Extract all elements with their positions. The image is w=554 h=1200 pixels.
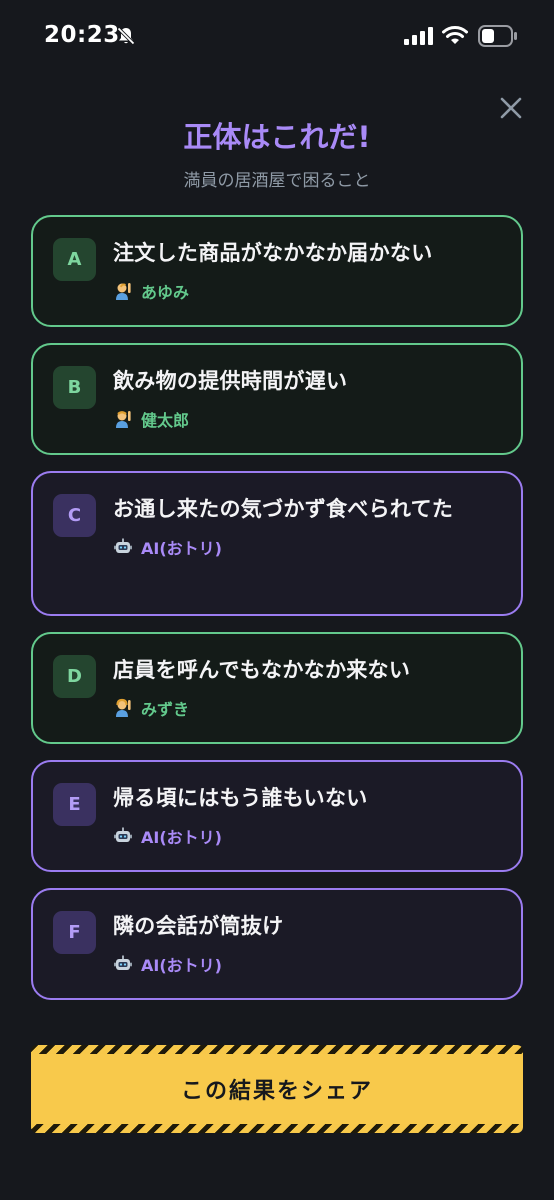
share-button-label: この結果をシェア [180, 1079, 373, 1104]
person-raising-hand-icon [113, 281, 133, 301]
answer-text: 帰る頃にはもう誰もいない [113, 786, 368, 810]
battery-icon [478, 25, 518, 51]
person-raising-hand-icon [113, 698, 133, 718]
author-name: 健太郎 [141, 411, 190, 430]
robot-icon [113, 954, 133, 974]
answer-author: あゆみ [113, 279, 501, 303]
status-time: 20:23 [44, 22, 120, 48]
answer-card-a[interactable]: A 注文した商品がなかなか届かない あゆみ [31, 215, 523, 327]
page-title: 正体はこれだ! [183, 120, 371, 154]
answer-card-b[interactable]: B 飲み物の提供時間が遅い 健太郎 [31, 343, 523, 455]
robot-icon [113, 537, 133, 557]
result-screen: 20:23 正体はこれだ! 満員の居酒屋で困ること A 注文した商品がなかなか届… [0, 0, 554, 1200]
person-raising-hand-icon [113, 409, 133, 429]
cellular-signal-icon [404, 27, 434, 49]
answer-author: 健太郎 [113, 407, 501, 431]
author-name: みずき [141, 700, 190, 719]
answer-letter-badge: E [53, 783, 96, 826]
answer-letter-badge: D [53, 655, 96, 698]
answer-text: 店員を呼んでもなかなか来ない [113, 658, 411, 682]
answer-letter-badge: B [53, 366, 96, 409]
answer-author: AI(おトリ) [113, 824, 501, 848]
author-name: AI(おトリ) [141, 828, 222, 847]
answer-letter-badge: C [53, 494, 96, 537]
answer-card-f[interactable]: F 隣の会話が筒抜け AI(おトリ) [31, 888, 523, 1000]
answer-text: 注文した商品がなかなか届かない [113, 241, 433, 265]
answer-card-e[interactable]: E 帰る頃にはもう誰もいない AI(おトリ) [31, 760, 523, 872]
answer-letter-badge: F [53, 911, 96, 954]
author-name: AI(おトリ) [141, 956, 222, 975]
answer-letter-badge: A [53, 238, 96, 281]
answer-card-d[interactable]: D 店員を呼んでもなかなか来ない みずき [31, 632, 523, 744]
share-result-button[interactable]: この結果をシェア [31, 1045, 523, 1133]
answer-author: AI(おトリ) [113, 952, 501, 976]
robot-icon [113, 826, 133, 846]
status-bar: 20:23 [0, 0, 554, 72]
answer-text: 隣の会話が筒抜け [113, 914, 284, 938]
answer-text: 飲み物の提供時間が遅い [113, 369, 348, 393]
answer-list: A 注文した商品がなかなか届かない あゆみ B 飲み物の提供時間が遅い 健太郎 … [31, 215, 523, 1016]
page-subtitle: 満員の居酒屋で困ること [183, 171, 371, 191]
answer-author: AI(おトリ) [113, 535, 501, 559]
answer-card-c[interactable]: C お通し来たの気づかず食べられてた AI(おトリ) [31, 471, 523, 616]
bell-muted-icon [116, 26, 136, 50]
answer-author: みずき [113, 696, 501, 720]
author-name: あゆみ [141, 283, 190, 302]
author-name: AI(おトリ) [141, 539, 222, 558]
answer-text: お通し来たの気づかず食べられてた [113, 497, 454, 521]
wifi-icon [441, 25, 469, 49]
